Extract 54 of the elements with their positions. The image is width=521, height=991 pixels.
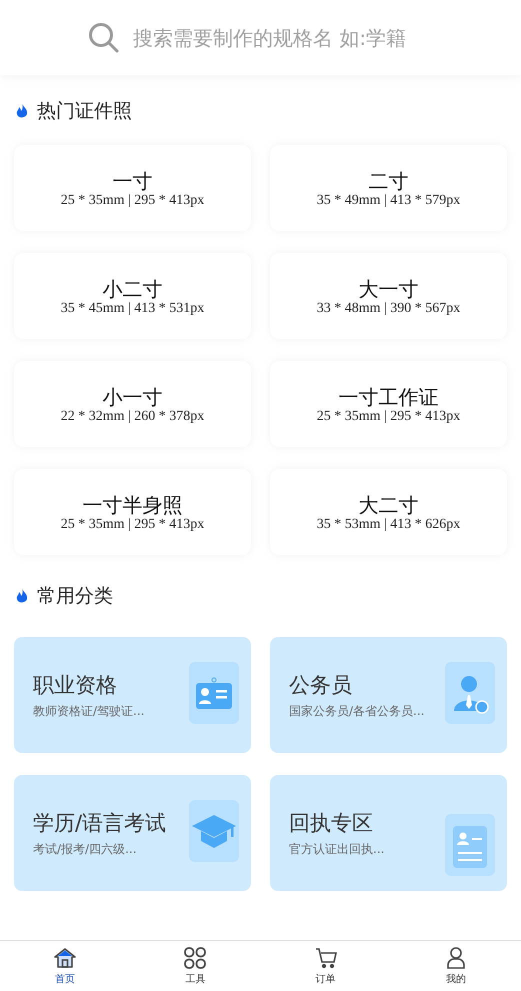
size-card[interactable]: 二寸 35 * 49mm | 413 * 579px (270, 145, 507, 231)
size-spec: 22 * 32mm | 260 * 378px (60, 409, 204, 425)
size-card[interactable]: 一寸半身照 25 * 35mm | 295 * 413px (14, 469, 251, 555)
category-subtitle: 国家公务员/各省公务员... (289, 702, 424, 720)
grid-icon (184, 946, 206, 968)
search-icon (88, 22, 119, 53)
category-subtitle: 官方认证出回执... (289, 840, 384, 858)
size-name: 大一寸 (358, 277, 418, 301)
flame-icon (16, 588, 28, 604)
graduation-cap-icon (189, 800, 239, 862)
home-icon (54, 948, 76, 968)
document-icon (445, 814, 495, 876)
tab-item[interactable]: 首页 (0, 941, 130, 991)
flame-icon (16, 103, 28, 119)
user-icon (446, 946, 466, 968)
category-card[interactable]: 职业资格 教师资格证/驾驶证... (14, 637, 251, 753)
size-name: 小一寸 (102, 385, 162, 409)
person-icon (445, 662, 495, 724)
category-title: 学历/语言考试 (33, 810, 166, 836)
cart-icon (314, 946, 337, 968)
category-title: 回执专区 (289, 810, 374, 836)
id-card-icon (189, 662, 239, 724)
size-name: 一寸工作证 (338, 385, 438, 409)
size-spec: 25 * 35mm | 295 * 413px (316, 409, 460, 425)
tab-item[interactable]: 我的 (390, 941, 521, 991)
size-card[interactable]: 一寸 25 * 35mm | 295 * 413px (14, 145, 251, 231)
size-name: 小二寸 (102, 277, 162, 301)
category-subtitle: 教师资格证/驾驶证... (33, 702, 144, 720)
size-card[interactable]: 大二寸 35 * 53mm | 413 * 626px (270, 469, 507, 555)
tab-item[interactable]: 订单 (260, 941, 391, 991)
category-card[interactable]: 公务员 国家公务员/各省公务员... (270, 637, 507, 753)
size-card[interactable]: 小二寸 35 * 45mm | 413 * 531px (14, 253, 251, 339)
size-spec: 33 * 48mm | 390 * 567px (316, 301, 460, 317)
size-card[interactable]: 大一寸 33 * 48mm | 390 * 567px (270, 253, 507, 339)
size-spec: 35 * 49mm | 413 * 579px (316, 193, 460, 209)
category-subtitle: 考试/报考/四六级... (33, 840, 138, 858)
search-field[interactable]: 搜索需要制作的规格名 如:学籍 (133, 26, 433, 50)
section-title: 常用分类 (37, 584, 113, 609)
section-title: 热门证件照 (37, 99, 132, 124)
size-name: 一寸半身照 (82, 493, 182, 517)
category-title: 职业资格 (33, 672, 118, 698)
category-card[interactable]: 回执专区 官方认证出回执... (270, 775, 507, 891)
category-title: 公务员 (289, 672, 353, 698)
size-spec: 35 * 45mm | 413 * 531px (60, 301, 204, 317)
category-card[interactable]: 学历/语言考试 考试/报考/四六级... (14, 775, 251, 891)
size-spec: 25 * 35mm | 295 * 413px (60, 517, 204, 533)
size-name: 大二寸 (358, 493, 418, 517)
size-name: 二寸 (368, 169, 408, 193)
size-spec: 35 * 53mm | 413 * 626px (316, 517, 460, 533)
size-card[interactable]: 小一寸 22 * 32mm | 260 * 378px (14, 361, 251, 447)
size-name: 一寸 (112, 169, 152, 193)
size-spec: 25 * 35mm | 295 * 413px (60, 193, 204, 209)
tab-item[interactable]: 工具 (130, 941, 260, 991)
size-card[interactable]: 一寸工作证 25 * 35mm | 295 * 413px (270, 361, 507, 447)
